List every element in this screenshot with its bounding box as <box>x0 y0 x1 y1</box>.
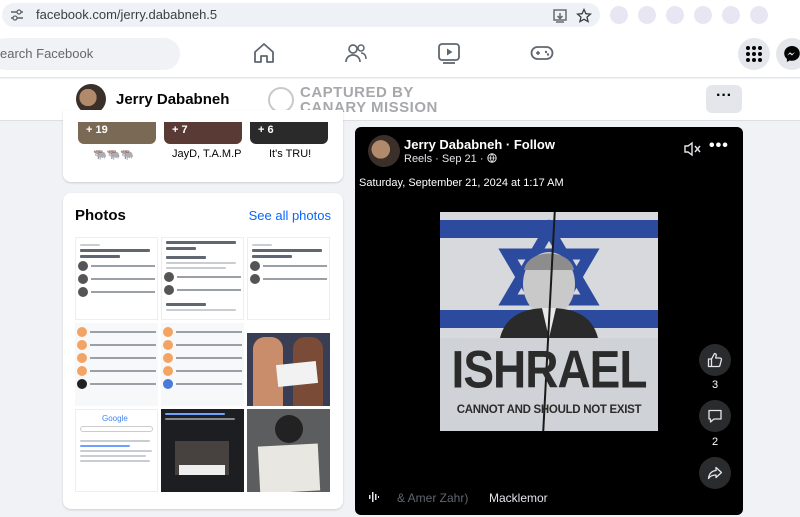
photo-thumbnail[interactable] <box>247 409 330 492</box>
poster-headline: ISHRAEL <box>451 339 648 399</box>
site-settings-icon[interactable] <box>10 9 24 21</box>
reel-video-frame[interactable]: ISHRAEL CANNOT AND SHOULD NOT EXIST <box>440 212 658 431</box>
photos-card: Photos See all photos Google <box>63 193 343 509</box>
friend-name[interactable]: 🐃🐃🐃 <box>93 148 134 161</box>
audio-artist[interactable]: Macklemor <box>489 491 548 505</box>
friends-card: + 19 + 7 + 6 🐃🐃🐃 JayD, T.A.M.P It's TRU! <box>63 110 343 182</box>
profile-name[interactable]: Jerry Dababneh <box>116 91 229 108</box>
install-app-icon[interactable] <box>552 8 568 24</box>
see-all-photos-link[interactable]: See all photos <box>249 208 331 223</box>
globe-icon <box>486 153 497 163</box>
friend-thumbnail[interactable]: + 6 <box>250 122 328 144</box>
gaming-icon[interactable] <box>530 42 554 64</box>
menu-grid-icon <box>746 46 762 62</box>
comment-icon <box>708 409 722 423</box>
friend-name[interactable]: JayD, T.A.M.P <box>172 148 241 160</box>
comment-button[interactable] <box>699 400 731 432</box>
bookmark-star-icon[interactable] <box>576 8 592 24</box>
photo-thumbnail[interactable] <box>161 409 244 492</box>
like-count: 3 <box>711 379 719 391</box>
photo-thumbnail[interactable] <box>161 323 244 406</box>
menu-button[interactable] <box>738 38 770 70</box>
share-button[interactable] <box>699 457 731 489</box>
reel-author-follow[interactable]: Jerry Dababneh · Follow <box>404 137 555 152</box>
search-input[interactable]: earch Facebook <box>0 38 180 70</box>
reel-viewer[interactable]: Jerry Dababneh · Follow Reels · Sep 21 ·… <box>355 127 743 515</box>
photo-thumbnail[interactable] <box>247 237 330 320</box>
friends-icon[interactable] <box>344 42 368 64</box>
friend-thumbnail[interactable]: + 7 <box>164 122 242 144</box>
search-placeholder: earch Facebook <box>0 46 94 61</box>
share-icon <box>707 466 723 480</box>
photo-thumbnail[interactable]: Google <box>75 409 158 492</box>
photos-title: Photos <box>75 207 126 224</box>
video-icon[interactable] <box>437 42 461 64</box>
photo-thumbnail[interactable] <box>247 323 330 406</box>
more-options-button[interactable]: ··· <box>706 85 742 113</box>
thumbs-up-icon <box>707 352 723 368</box>
home-icon[interactable] <box>252 42 276 64</box>
url-text: facebook.com/jerry.dababneh.5 <box>36 7 218 22</box>
friend-name[interactable]: It's TRU! <box>269 148 311 160</box>
photo-grid: Google <box>75 237 331 493</box>
like-button[interactable] <box>699 344 731 376</box>
photo-thumbnail[interactable] <box>161 237 244 320</box>
audio-wave-icon <box>369 492 379 502</box>
watermark-line-1: CAPTURED BY <box>300 84 414 101</box>
reel-timestamp: Saturday, September 21, 2024 at 1:17 AM <box>359 177 564 189</box>
extension-icons[interactable] <box>610 6 800 26</box>
comment-count: 2 <box>711 436 719 448</box>
mute-icon[interactable] <box>683 141 701 157</box>
avatar[interactable] <box>368 135 400 167</box>
photo-thumbnail[interactable] <box>75 323 158 406</box>
facebook-top-nav: earch Facebook <box>0 30 800 78</box>
browser-address-bar: facebook.com/jerry.dababneh.5 <box>0 0 800 30</box>
url-field[interactable]: facebook.com/jerry.dababneh.5 <box>2 3 600 27</box>
audio-credits-faded: & Amer Zahr) <box>397 491 469 505</box>
reel-more-options[interactable]: ••• <box>709 137 729 155</box>
poster-subtext: CANNOT AND SHOULD NOT EXIST <box>456 404 642 416</box>
messenger-icon <box>784 46 800 62</box>
reel-meta: Reels · Sep 21 · <box>404 153 497 165</box>
photo-thumbnail[interactable] <box>75 237 158 320</box>
messenger-button[interactable] <box>776 38 800 70</box>
friend-thumbnail[interactable]: + 19 <box>78 122 156 144</box>
